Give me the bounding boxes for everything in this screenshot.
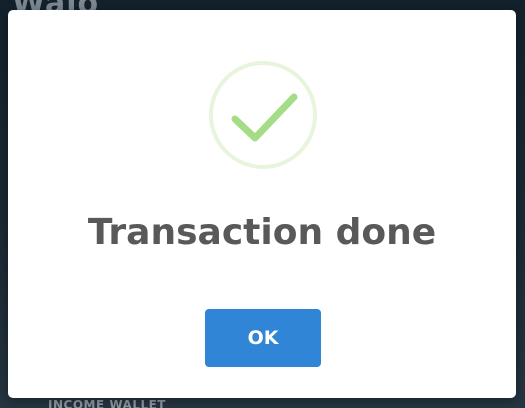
dialog-title: Transaction done (87, 212, 437, 253)
success-dialog: Transaction done OK (8, 10, 516, 398)
success-check-icon (208, 60, 318, 170)
ok-button[interactable]: OK (205, 309, 321, 367)
background-wallet-label: INCOME WALLET (48, 398, 166, 408)
